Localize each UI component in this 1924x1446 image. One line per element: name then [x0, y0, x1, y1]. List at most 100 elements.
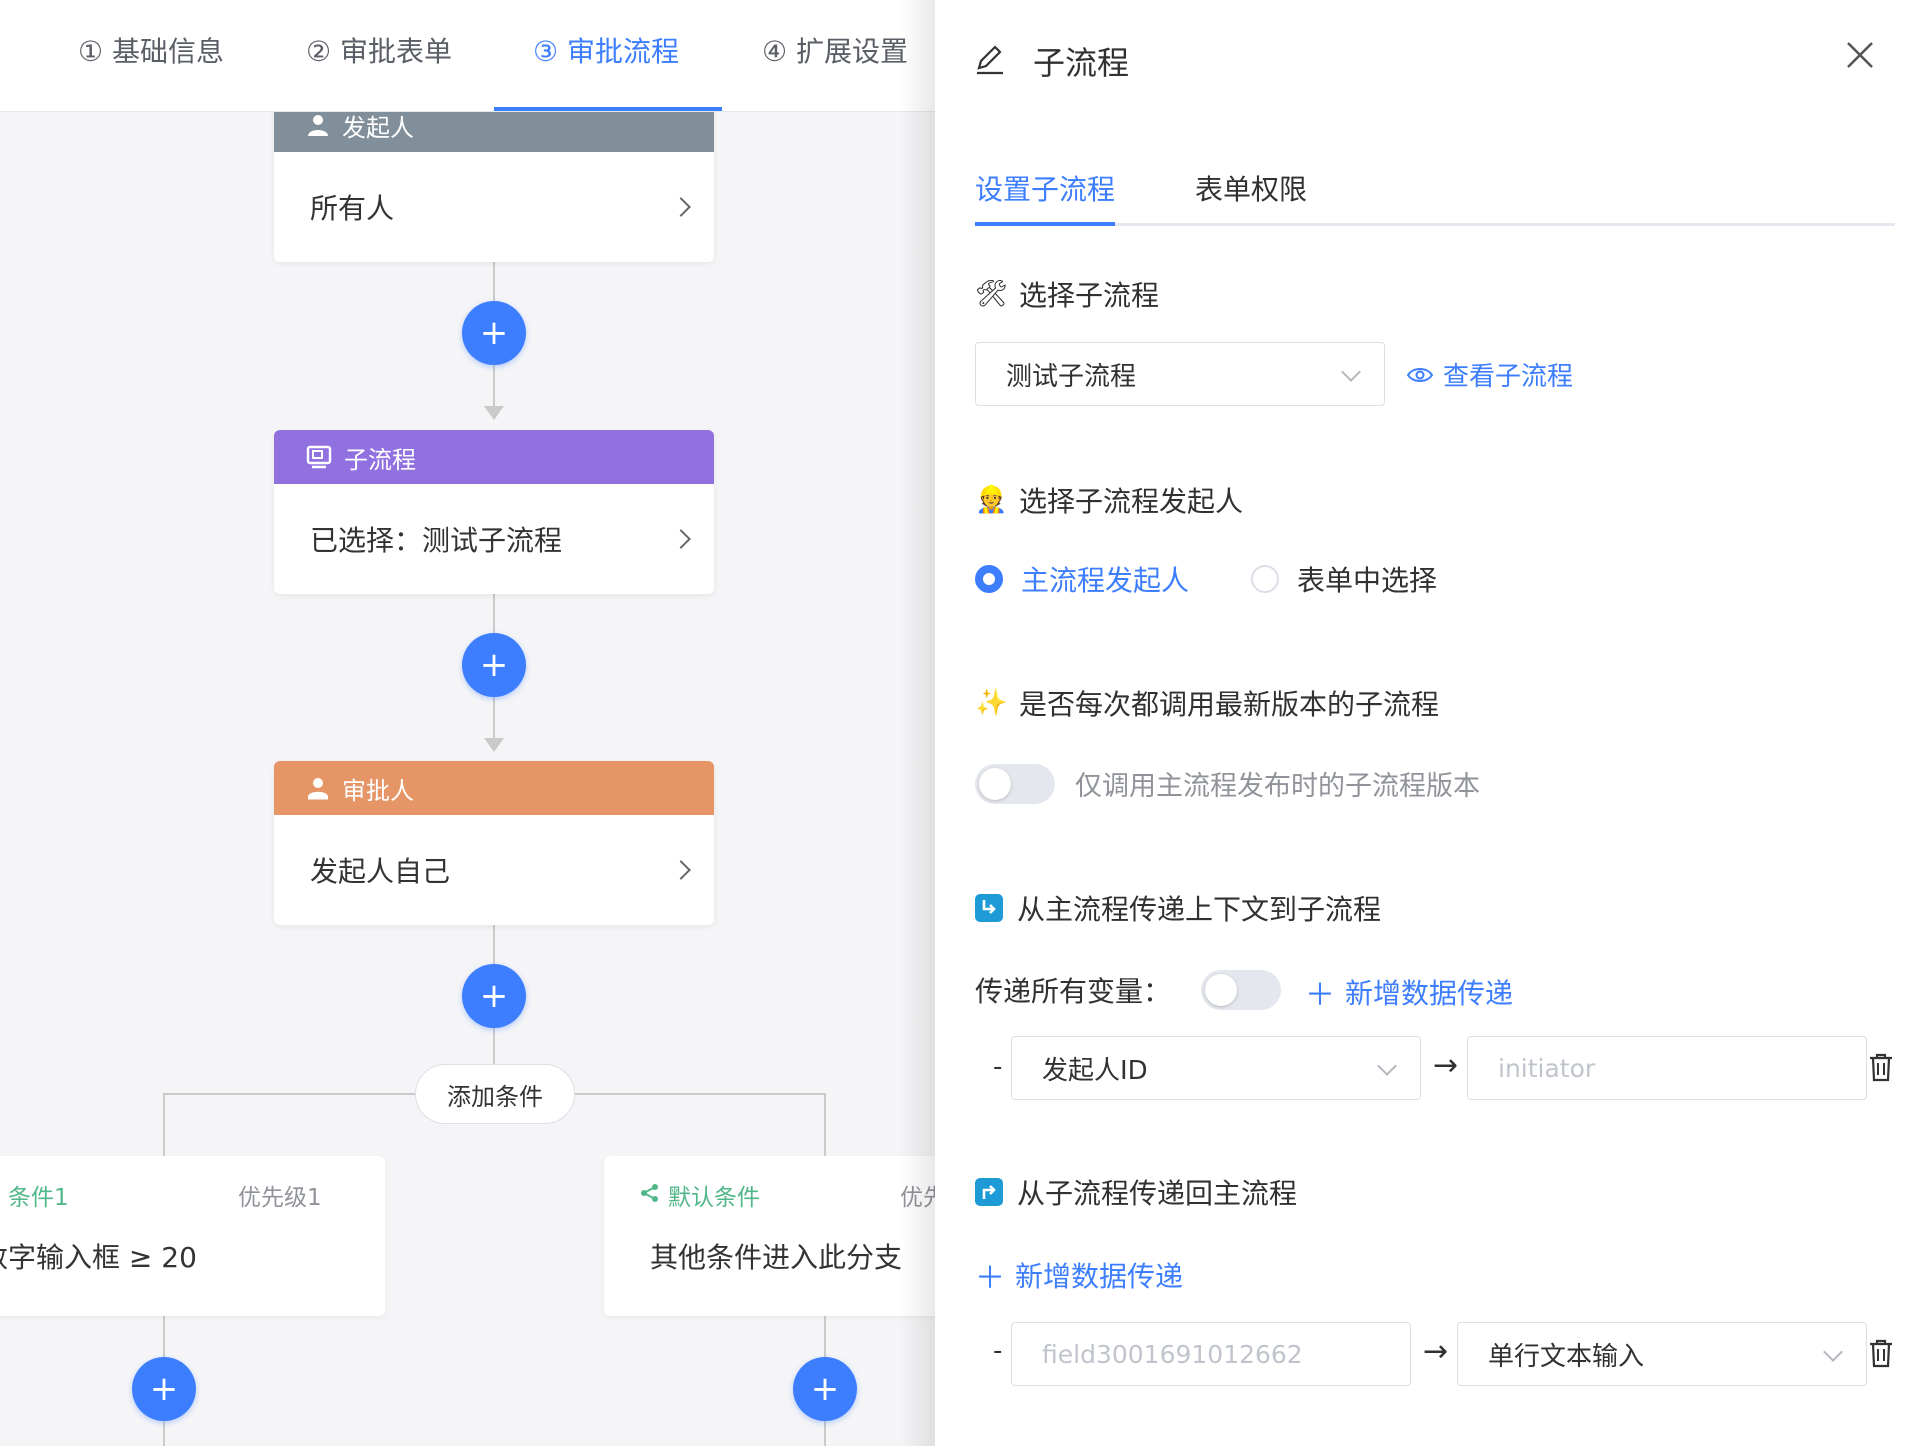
view-subprocess-link[interactable]: 查看子流程: [1407, 356, 1573, 393]
row-dash: -: [993, 1052, 1003, 1082]
mapping-arrow: →: [1433, 1048, 1459, 1083]
select-initiator-title: 👷 选择子流程发起人: [975, 480, 1243, 520]
hammer-wrench-icon: 🛠: [975, 279, 1009, 309]
radio-label: 主流程发起人: [1021, 564, 1190, 597]
step-basic-info[interactable]: ① 基础信息: [78, 30, 224, 70]
chevron-down-icon: [1377, 1056, 1397, 1076]
target-field-select[interactable]: 单行文本输入: [1457, 1322, 1867, 1386]
switch-knob: [979, 768, 1011, 800]
add-node-button[interactable]: +: [793, 1357, 857, 1421]
connector: [824, 1093, 826, 1156]
subprocess-node-body[interactable]: 已选择：测试子流程: [274, 484, 714, 594]
tab-form-permissions[interactable]: 表单权限: [1195, 168, 1307, 208]
section-label: 从子流程传递回主流程: [1017, 1177, 1298, 1210]
active-step-indicator: [494, 107, 722, 111]
view-subprocess-label: 查看子流程: [1443, 362, 1574, 392]
subprocess-node-title: 子流程: [344, 445, 416, 474]
latest-version-switch[interactable]: [975, 764, 1055, 804]
close-icon[interactable]: [1843, 38, 1877, 72]
approver-node[interactable]: 审批人 发起人自己: [274, 761, 714, 925]
step-approval-form[interactable]: ② 审批表单: [306, 30, 452, 70]
user-icon: [308, 115, 328, 136]
add-node-button[interactable]: +: [462, 633, 526, 697]
tab-subprocess-settings[interactable]: 设置子流程: [975, 168, 1115, 208]
connector-arrow: [484, 738, 504, 752]
chevron-right-icon: [671, 529, 691, 549]
connector: [163, 1093, 165, 1156]
condition-text: 其他条件进入此分支: [650, 1241, 903, 1274]
switch-knob: [1205, 974, 1237, 1006]
chevron-down-icon: [1341, 362, 1361, 382]
target-field-value: 单行文本输入: [1488, 1341, 1645, 1372]
add-data-transfer-label: 新增数据传递: [1015, 1260, 1184, 1293]
add-data-transfer-label: 新增数据传递: [1345, 977, 1514, 1010]
subprocess-select[interactable]: 测试子流程: [975, 342, 1385, 406]
approver-node-body[interactable]: 发起人自己: [274, 815, 714, 925]
condition-branch-card[interactable]: 条件1 优先级1 数字输入框 ≥ 20: [0, 1156, 385, 1316]
flow-canvas: 发起人 所有人 ① 基础信息 ② 审批表单 ③ 审批流程 ④ 扩展设置 + 子流…: [0, 0, 935, 1446]
chevron-down-icon: [1823, 1342, 1843, 1362]
chevron-right-icon: [671, 197, 691, 217]
add-condition-button[interactable]: 添加条件: [415, 1064, 575, 1124]
initiator-node[interactable]: 发起人 所有人: [274, 98, 714, 262]
pass-back-title: 从子流程传递回主流程: [975, 1172, 1297, 1212]
step-approval-flow[interactable]: ③ 审批流程: [533, 30, 679, 70]
initiator-node-title: 发起人: [342, 113, 414, 142]
add-data-transfer-link[interactable]: ＋ 新增数据传递: [1305, 970, 1513, 1014]
radio-dot: [975, 565, 1003, 593]
connector-arrow: [484, 406, 504, 420]
arrow-down-right-icon: [975, 894, 1003, 922]
subprocess-drawer: 子流程 设置子流程 表单权限 🛠 选择子流程 测试子流程 查看子流程 👷 选择子…: [935, 0, 1924, 1446]
section-label: 是否每次都调用最新版本的子流程: [1019, 688, 1440, 721]
approver-node-header: 审批人: [274, 761, 714, 815]
condition-title: 条件1: [8, 1185, 69, 1211]
pass-to-subprocess-title: 从主流程传递上下文到子流程: [975, 888, 1381, 928]
share-icon: [641, 1184, 658, 1202]
edit-icon: [977, 45, 1003, 75]
subprocess-node[interactable]: 子流程 已选择：测试子流程: [274, 430, 714, 594]
add-node-button[interactable]: +: [462, 301, 526, 365]
plus-icon: ＋: [975, 1261, 1005, 1296]
source-variable-select[interactable]: 发起人ID: [1011, 1036, 1421, 1100]
subprocess-node-content: 已选择：测试子流程: [310, 524, 563, 557]
delete-icon[interactable]: [1868, 1052, 1894, 1082]
approver-icon: [308, 778, 328, 800]
source-field-input[interactable]: field3001691012662: [1011, 1322, 1411, 1386]
plus-icon: ＋: [1305, 978, 1335, 1013]
source-field-placeholder: field3001691012662: [1042, 1339, 1303, 1369]
initiator-node-body[interactable]: 所有人: [274, 152, 714, 262]
subprocess-select-value: 测试子流程: [1006, 361, 1137, 392]
radio-dot: [1251, 565, 1279, 593]
section-label: 从主流程传递上下文到子流程: [1017, 893, 1382, 926]
condition-text: 数字输入框 ≥ 20: [0, 1241, 197, 1274]
add-node-button[interactable]: +: [132, 1357, 196, 1421]
radio-label: 表单中选择: [1297, 564, 1438, 597]
step-extended-settings[interactable]: ④ 扩展设置: [762, 30, 908, 70]
approver-node-content: 发起人自己: [310, 855, 451, 888]
pass-all-variables-switch[interactable]: [1201, 970, 1281, 1010]
section-label: 选择子流程: [1019, 279, 1160, 312]
radio-main-initiator[interactable]: 主流程发起人: [975, 559, 1189, 599]
default-branch-card[interactable]: 默认条件 优先 其他条件进入此分支: [604, 1156, 935, 1316]
latest-version-switch-text: 仅调用主流程发布时的子流程版本: [1075, 771, 1480, 802]
condition-title: 默认条件: [668, 1185, 760, 1211]
add-node-button[interactable]: +: [462, 964, 526, 1028]
add-data-transfer-back-link[interactable]: ＋ 新增数据传递: [975, 1253, 1183, 1297]
approver-node-title: 审批人: [342, 776, 414, 805]
section-label: 选择子流程发起人: [1019, 485, 1244, 518]
drawer-title: 子流程: [1033, 44, 1130, 82]
person-icon: 👷: [975, 485, 1008, 515]
active-tab-indicator: [975, 222, 1115, 226]
radio-select-in-form[interactable]: 表单中选择: [1251, 559, 1437, 599]
row-dash: -: [993, 1336, 1003, 1366]
select-subprocess-title: 🛠 选择子流程: [975, 274, 1159, 314]
chevron-right-icon: [671, 860, 691, 880]
arrow-up-right-icon: [975, 1178, 1003, 1206]
mapping-arrow: →: [1423, 1334, 1449, 1369]
drawer-tabs: 设置子流程 表单权限: [975, 164, 1895, 226]
target-variable-placeholder: initiator: [1498, 1053, 1596, 1083]
target-variable-input[interactable]: initiator: [1467, 1036, 1867, 1100]
delete-icon[interactable]: [1868, 1338, 1894, 1368]
drawer-shadow: [900, 0, 935, 1446]
eye-icon: [1407, 367, 1433, 382]
